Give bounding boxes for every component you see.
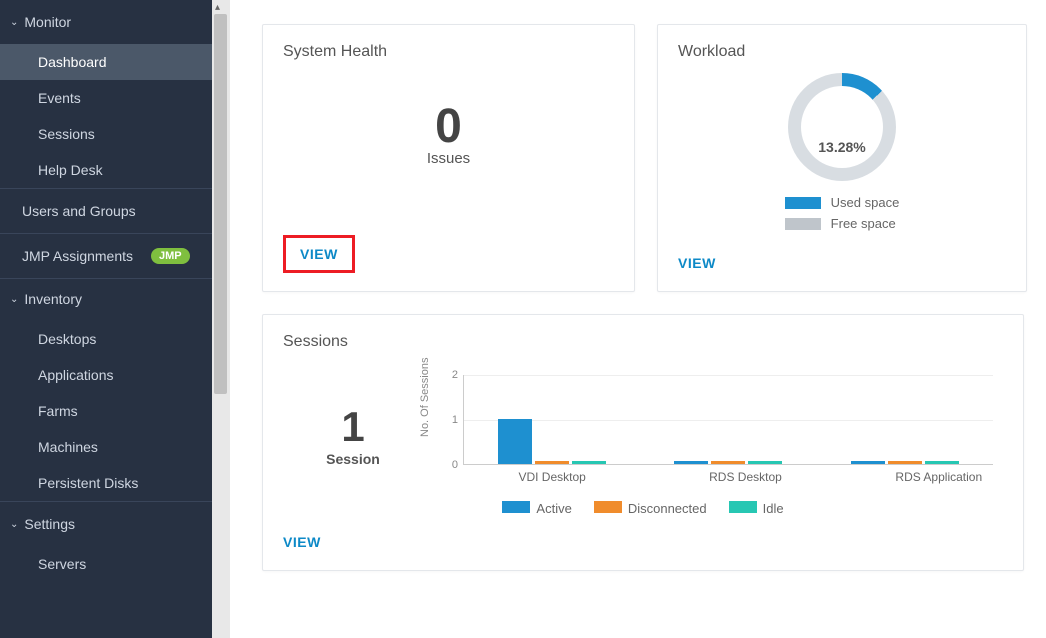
workload-donut-chart: 13.28%: [788, 73, 896, 181]
card-sessions: Sessions 1 Session No. Of Sessions 0 1 2 V…: [262, 314, 1024, 571]
sidebar-item-farms[interactable]: Farms: [0, 393, 212, 429]
sidebar-item-desktops[interactable]: Desktops: [0, 321, 212, 357]
workload-legend: Used space Free space: [785, 195, 900, 237]
sidebar-section-label: Inventory: [24, 291, 82, 307]
sidebar-item-servers[interactable]: Servers: [0, 546, 212, 582]
chart-bar: [888, 461, 922, 464]
system-health-label: Issues: [263, 150, 634, 167]
system-health-view-link[interactable]: VIEW: [283, 235, 355, 273]
sidebar-item-persistent-disks[interactable]: Persistent Disks: [0, 465, 212, 501]
workload-pct: 13.28%: [818, 139, 865, 155]
chevron-down-icon: ⌄: [10, 519, 18, 530]
chart-category-label: RDS Desktop: [656, 470, 834, 484]
sidebar-item-dashboard[interactable]: Dashboard: [0, 44, 212, 80]
chart-bar: [748, 461, 782, 464]
workload-view-link[interactable]: VIEW: [678, 255, 716, 271]
sidebar-section-monitor[interactable]: ⌄ Monitor: [0, 0, 212, 44]
chart-ytick: 1: [452, 414, 458, 426]
scroll-up-icon: ▴: [215, 2, 220, 13]
card-system-health: System Health 0 Issues VIEW: [262, 24, 635, 292]
legend-swatch-used: [785, 197, 821, 209]
scrollbar-thumb[interactable]: [214, 14, 227, 394]
card-title: Workload: [658, 25, 1026, 65]
sidebar-item-jmp[interactable]: JMP Assignments JMP: [0, 233, 212, 279]
chart-bar: [925, 461, 959, 464]
sessions-count: 1: [283, 403, 423, 451]
chart-category-label: VDI Desktop: [463, 470, 641, 484]
chart-bar: [851, 461, 885, 464]
system-health-count: 0: [263, 99, 634, 154]
card-workload: Workload 13.28% Used space Free space: [657, 24, 1027, 292]
sidebar-item-sessions[interactable]: Sessions: [0, 116, 212, 152]
sessions-label: Session: [283, 451, 423, 467]
sidebar-item-machines[interactable]: Machines: [0, 429, 212, 465]
sidebar-item-events[interactable]: Events: [0, 80, 212, 116]
card-title: Sessions: [263, 315, 1023, 355]
sidebar-section-settings[interactable]: ⌄ Settings: [0, 501, 212, 546]
legend-swatch-free: [785, 218, 821, 230]
sidebar-item-help-desk[interactable]: Help Desk: [0, 152, 212, 188]
chevron-down-icon: ⌄: [10, 17, 18, 28]
sessions-bar-chart: No. Of Sessions 012 VDI DesktopRDS Deskt…: [423, 365, 1003, 505]
chart-bar: [711, 461, 745, 464]
chart-ylabel: No. Of Sessions: [419, 358, 431, 437]
jmp-badge: JMP: [151, 248, 190, 264]
card-title: System Health: [263, 25, 634, 65]
chart-ytick: 0: [452, 459, 458, 471]
content-area: System Health 0 Issues VIEW Workload 13.…: [230, 0, 1046, 638]
chart-category-label: RDS Application: [850, 470, 1028, 484]
chart-ytick: 2: [452, 369, 458, 381]
sidebar-item-users-groups[interactable]: Users and Groups: [0, 188, 212, 233]
sidebar-section-label: Settings: [24, 516, 75, 532]
sidebar-section-label: Monitor: [24, 14, 71, 30]
sidebar-scrollbar[interactable]: ▴: [212, 0, 230, 638]
legend-label: Free space: [831, 216, 896, 231]
legend-label: Used space: [831, 195, 900, 210]
sessions-view-link[interactable]: VIEW: [283, 534, 321, 550]
sidebar: ⌄ Monitor Dashboard Events Sessions Help…: [0, 0, 212, 638]
sidebar-item-applications[interactable]: Applications: [0, 357, 212, 393]
chart-bar: [535, 461, 569, 464]
chart-bar: [498, 419, 532, 464]
chart-bar: [674, 461, 708, 464]
chart-bar: [572, 461, 606, 464]
sidebar-section-inventory[interactable]: ⌄ Inventory: [0, 279, 212, 321]
chevron-down-icon: ⌄: [10, 294, 18, 305]
